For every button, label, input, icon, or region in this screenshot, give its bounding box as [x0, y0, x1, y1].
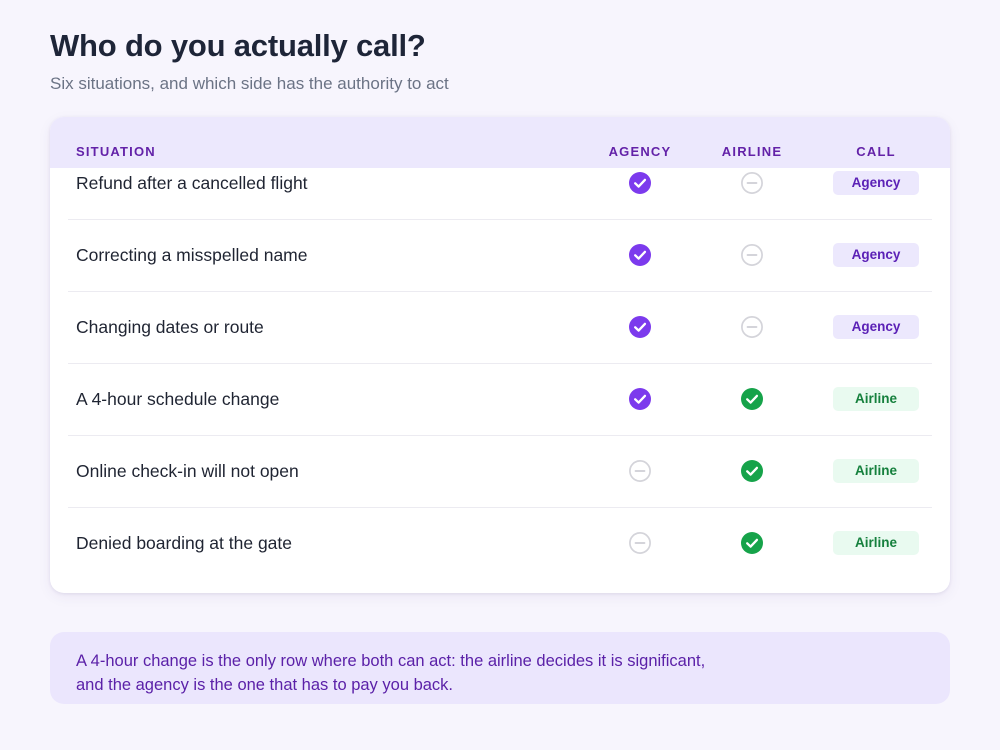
call-badge: Agency — [833, 171, 919, 195]
table-row: Refund after a cancelled flight Agency — [68, 147, 932, 220]
dash-icon — [741, 316, 763, 338]
check-icon — [629, 172, 651, 194]
call-badge: Agency — [833, 243, 919, 267]
dash-icon — [629, 460, 651, 482]
situation-label: A 4-hour schedule change — [76, 389, 280, 409]
situation-label: Denied boarding at the gate — [76, 533, 292, 553]
table-row: Denied boarding at the gate Airline — [68, 507, 932, 579]
situations-table: SITUATION AGENCY AIRLINE CALL Refund aft… — [50, 117, 950, 593]
check-icon — [741, 532, 763, 554]
table-row: Changing dates or route Agency — [68, 291, 932, 364]
footnote-line-1: A 4-hour change is the only row where bo… — [76, 652, 706, 670]
footnote-callout: A 4-hour change is the only row where bo… — [50, 632, 950, 704]
check-icon — [629, 244, 651, 266]
check-icon — [629, 388, 651, 410]
situation-label: Changing dates or route — [76, 317, 264, 337]
situation-label: Correcting a misspelled name — [76, 245, 308, 265]
dash-icon — [741, 172, 763, 194]
check-icon — [741, 388, 763, 410]
call-badge: Agency — [833, 315, 919, 339]
table-row: Correcting a misspelled name Agency — [68, 219, 932, 292]
footnote-line-2: and the agency is the one that has to pa… — [76, 676, 454, 694]
page-title: Who do you actually call? — [50, 28, 426, 63]
table-row: Online check-in will not open Airline — [68, 435, 932, 508]
table-row: A 4-hour schedule change Airline — [68, 363, 932, 436]
situation-label: Refund after a cancelled flight — [76, 173, 308, 193]
call-badge: Airline — [833, 387, 919, 411]
call-badge: Airline — [833, 459, 919, 483]
call-badge: Airline — [833, 531, 919, 555]
page-subtitle: Six situations, and which side has the a… — [50, 74, 449, 93]
dash-icon — [629, 532, 651, 554]
situation-label: Online check-in will not open — [76, 461, 299, 481]
dash-icon — [741, 244, 763, 266]
check-icon — [629, 316, 651, 338]
check-icon — [741, 460, 763, 482]
